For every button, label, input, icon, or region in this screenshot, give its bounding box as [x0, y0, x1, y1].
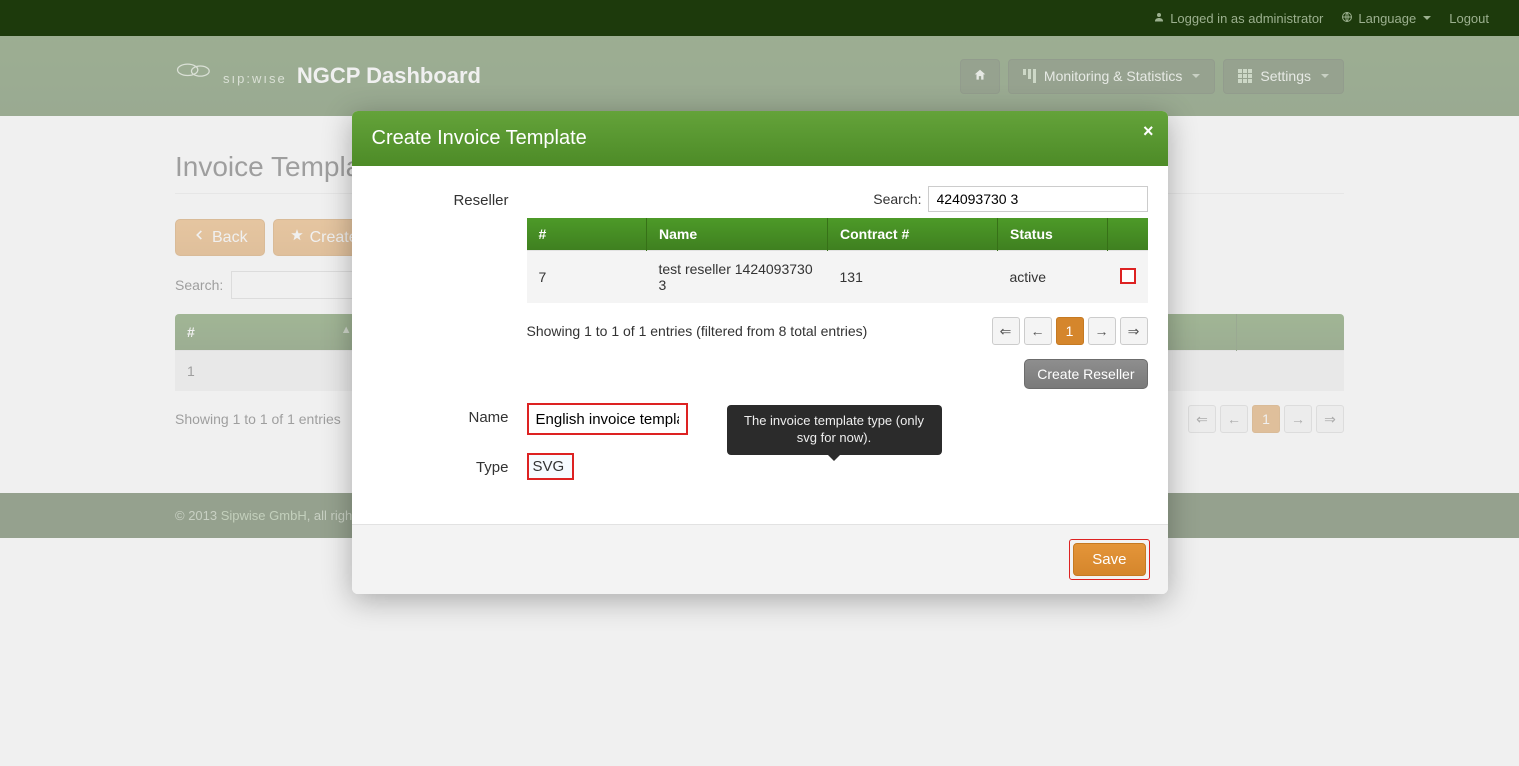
- type-row: Type The invoice template type (only svg…: [372, 453, 1148, 480]
- reseller-block: Search: # Name Contract # Status: [527, 186, 1148, 389]
- rcol-contract[interactable]: Contract #: [828, 218, 998, 251]
- language-link[interactable]: Language: [1341, 11, 1431, 26]
- globe-icon: [1341, 11, 1353, 26]
- rpager-last[interactable]: ⇒: [1120, 317, 1148, 345]
- rcol-status[interactable]: Status: [998, 218, 1108, 251]
- type-control: The invoice template type (only svg for …: [527, 453, 1148, 480]
- chevron-down-icon: [1423, 16, 1431, 20]
- rcell-name: test reseller 1424093730 3: [647, 251, 828, 304]
- modal-overlay: Create Invoice Template × Reseller Searc…: [0, 36, 1519, 766]
- reseller-showing: Showing 1 to 1 of 1 entries (filtered fr…: [527, 323, 868, 339]
- rcol-id[interactable]: #: [527, 218, 647, 251]
- logged-in-link[interactable]: Logged in as administrator: [1153, 11, 1323, 26]
- rcell-contract: 131: [828, 251, 998, 304]
- reseller-row: Reseller Search: # Name Contract # Statu…: [372, 186, 1148, 389]
- save-button[interactable]: Save: [1073, 543, 1145, 576]
- modal-header: Create Invoice Template ×: [352, 111, 1168, 166]
- rcell-id: 7: [527, 251, 647, 304]
- type-label: Type: [372, 453, 527, 476]
- rpager-page-1[interactable]: 1: [1056, 317, 1084, 345]
- reseller-search-label: Search:: [873, 191, 921, 207]
- language-text: Language: [1358, 11, 1416, 26]
- reseller-row-item[interactable]: 7 test reseller 1424093730 3 131 active: [527, 251, 1148, 304]
- modal-footer: Save: [352, 524, 1168, 594]
- close-icon[interactable]: ×: [1143, 121, 1154, 142]
- reseller-search-input[interactable]: [928, 186, 1148, 212]
- reseller-footer: Showing 1 to 1 of 1 entries (filtered fr…: [527, 317, 1148, 345]
- type-tooltip: The invoice template type (only svg for …: [727, 405, 942, 455]
- rpager-first[interactable]: ⇐: [992, 317, 1020, 345]
- create-reseller-button[interactable]: Create Reseller: [1024, 359, 1147, 389]
- rcol-select: [1108, 218, 1148, 251]
- select-checkbox[interactable]: [1120, 268, 1136, 284]
- rcell-select: [1108, 251, 1148, 304]
- logged-in-text: Logged in as administrator: [1170, 11, 1323, 26]
- rcell-status: active: [998, 251, 1108, 304]
- topbar: Logged in as administrator Language Logo…: [0, 0, 1519, 36]
- rpager-prev[interactable]: ←: [1024, 317, 1052, 345]
- reseller-search-line: Search:: [527, 186, 1148, 212]
- reseller-label: Reseller: [372, 186, 527, 209]
- user-icon: [1153, 11, 1165, 26]
- rcol-name[interactable]: Name: [647, 218, 828, 251]
- reseller-actions: Create Reseller: [527, 359, 1148, 389]
- name-label: Name: [372, 403, 527, 426]
- reseller-pager: ⇐ ← 1 → ⇒: [992, 317, 1148, 345]
- save-highlight: Save: [1069, 539, 1149, 580]
- modal-title: Create Invoice Template: [372, 127, 587, 149]
- modal: Create Invoice Template × Reseller Searc…: [352, 111, 1168, 594]
- modal-body: Reseller Search: # Name Contract # Statu…: [352, 166, 1168, 524]
- reseller-table: # Name Contract # Status 7 test reseller…: [527, 218, 1148, 303]
- type-value-highlight: SVG: [527, 453, 575, 480]
- rpager-next[interactable]: →: [1088, 317, 1116, 345]
- logout-link[interactable]: Logout: [1449, 11, 1489, 26]
